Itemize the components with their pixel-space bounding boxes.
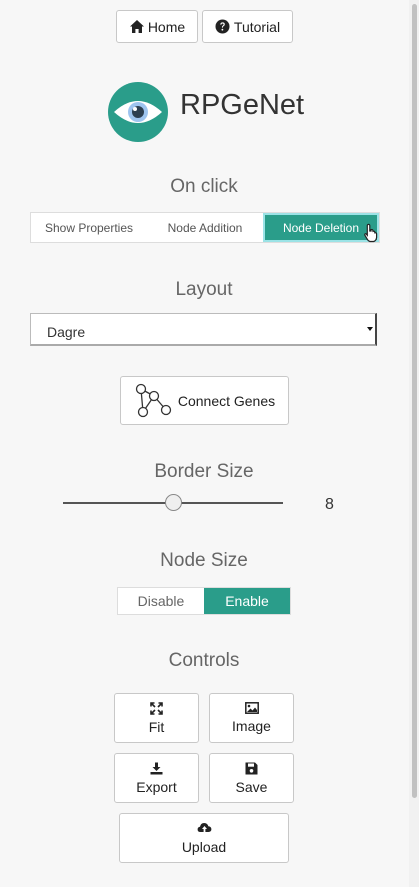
connect-genes-label: Connect Genes <box>177 392 276 409</box>
fit-icon <box>150 701 163 715</box>
connect-genes-button[interactable]: Connect Genes <box>120 376 289 425</box>
save-label: Save <box>235 778 268 795</box>
eye-icon <box>108 82 168 142</box>
slider-thumb[interactable] <box>165 494 182 511</box>
node-size-heading: Node Size <box>160 550 248 571</box>
save-icon <box>245 762 258 774</box>
border-size-value: 8 <box>325 496 334 513</box>
tutorial-button[interactable]: Tutorial <box>202 10 293 43</box>
question-circle-icon <box>215 19 230 34</box>
disable-option[interactable]: Disable <box>118 588 204 614</box>
home-icon <box>129 20 144 33</box>
export-label: Export <box>136 778 177 795</box>
save-button[interactable]: Save <box>209 753 294 803</box>
home-label: Home <box>147 18 186 35</box>
fit-button[interactable]: Fit <box>114 693 199 743</box>
brand-name: RPGeNet <box>180 89 305 121</box>
graph-nodes-icon <box>135 383 171 417</box>
layout-heading: Layout <box>175 279 233 300</box>
export-button[interactable]: Export <box>114 753 199 803</box>
fit-label: Fit <box>148 718 165 735</box>
hand-pointer-icon <box>364 223 378 243</box>
image-label: Image <box>232 718 271 734</box>
caret-down-icon <box>367 327 373 331</box>
home-button[interactable]: Home <box>116 10 198 43</box>
on-click-heading: On click <box>170 176 238 197</box>
node-addition-option[interactable]: Node Addition <box>147 213 263 242</box>
scrollbar-thumb[interactable] <box>412 4 417 798</box>
border-size-slider[interactable] <box>63 494 283 512</box>
cloud-upload-icon <box>197 822 211 834</box>
download-icon <box>150 762 163 774</box>
image-button[interactable]: Image <box>209 693 294 743</box>
image-icon <box>244 702 259 714</box>
controls-heading: Controls <box>168 650 240 671</box>
layout-select[interactable]: Dagre <box>30 313 377 346</box>
upload-label: Upload <box>181 838 227 855</box>
node-deletion-option[interactable]: Node Deletion <box>263 213 379 242</box>
node-size-toggle: Disable Enable <box>117 587 291 615</box>
upload-button[interactable]: Upload <box>119 813 289 863</box>
enable-option[interactable]: Enable <box>204 588 290 614</box>
on-click-toggle: Show Properties Node Addition Node Delet… <box>30 212 380 243</box>
brand-logo <box>108 82 168 142</box>
show-properties-option[interactable]: Show Properties <box>31 213 147 242</box>
tutorial-label: Tutorial <box>233 18 281 35</box>
border-size-heading: Border Size <box>154 461 254 482</box>
layout-selected-value: Dagre <box>47 324 86 340</box>
